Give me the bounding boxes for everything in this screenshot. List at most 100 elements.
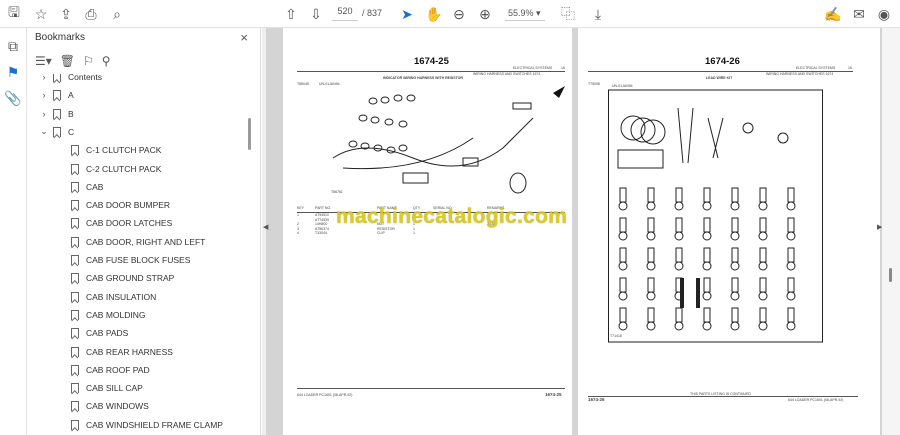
terminal-ring (674, 201, 684, 211)
bookmarks-icon[interactable]: ⚑ (3, 62, 23, 82)
upload-icon[interactable]: ⇪ (56, 4, 76, 24)
bookmarks-scrollbar[interactable] (246, 74, 254, 435)
prev-page-icon[interactable]: ⇧ (281, 4, 301, 24)
find-bookmark-icon[interactable]: ⚲ (102, 54, 111, 68)
bookmark-tools: ☰▾ 🗑 ⚐ ⚲ (35, 54, 111, 68)
terminal-mark (703, 277, 711, 293)
chevron-right-icon[interactable]: › (39, 109, 49, 119)
terminal-mark (647, 217, 655, 233)
harness-diagram (332, 86, 565, 194)
chevron-right-icon[interactable]: › (39, 74, 49, 82)
bookmark-item[interactable]: ⌄ C (39, 123, 74, 141)
print-icon[interactable]: ⎙ (81, 4, 101, 24)
terminal-mark (703, 187, 711, 203)
new-bookmark-icon[interactable]: ⚐ (83, 54, 94, 68)
bookmark-icon (71, 236, 79, 247)
bookmark-icon (71, 200, 79, 211)
zoom-out-icon[interactable]: ⊖ (449, 4, 469, 24)
bookmark-label: CAB (86, 181, 104, 192)
bookmark-icon (71, 383, 79, 394)
bookmark-item[interactable]: › Contents (39, 74, 102, 86)
watermark: machinecatalogic.com (336, 205, 568, 228)
scroll-mode-icon[interactable]: ⤓ (588, 4, 608, 24)
column-header: KEY (297, 206, 305, 210)
bookmark-star-icon[interactable]: ☆ (31, 4, 51, 24)
mail-icon[interactable]: ✉ (849, 4, 869, 24)
terminal-ring (702, 201, 712, 211)
bookmark-item[interactable]: › A (39, 86, 74, 104)
terminal-mark (647, 187, 655, 203)
bookmark-item[interactable]: CAB MOLDING (57, 306, 146, 324)
prev-arrow[interactable]: ◀ (263, 223, 268, 231)
bookmark-label: C-2 CLUTCH PACK (86, 163, 162, 174)
bookmark-item[interactable]: › B (39, 105, 74, 123)
bookmark-label: CAB WINDSHIELD FRAME CLAMP (86, 419, 223, 430)
bookmark-icon (71, 419, 79, 430)
footer-continued: THIS PARTS LISTING IS CONTINUED (688, 392, 753, 396)
document-scrollbar[interactable] (882, 28, 900, 435)
close-icon[interactable]: × (240, 30, 248, 45)
bookmark-item[interactable]: CAB INSULATION (57, 288, 156, 306)
zoom-in-icon[interactable]: ⊕ (475, 4, 495, 24)
bookmark-item[interactable]: CAB GROUND STRAP (57, 269, 174, 287)
table-cell: AT94510 (315, 213, 329, 217)
terminal-mark (647, 277, 655, 293)
page-right: 1674-26 ELECTRICAL SYSTEMS 16 WIRING HAR… (578, 28, 880, 435)
bookmark-icon (71, 309, 79, 320)
terminal-ring (618, 201, 628, 211)
bookmark-item[interactable]: CAB PADS (57, 324, 128, 342)
section-number: 16 (848, 66, 852, 70)
bookmark-item[interactable]: CAB SILL CAP (57, 379, 143, 397)
terminal-ring (758, 261, 768, 271)
select-cursor-icon[interactable]: ➤ (397, 4, 417, 24)
fit-page-icon[interactable]: ⿻ (558, 4, 578, 24)
bookmark-item[interactable]: CAB DOOR LATCHES (57, 214, 172, 232)
save-icon[interactable]: 🖫 (4, 4, 24, 24)
sign-icon[interactable]: ✍ (823, 4, 843, 24)
terminal-mark (759, 217, 767, 233)
table-cell: 3 (297, 226, 299, 231)
terminal-mark (675, 217, 683, 233)
terminal-mark (619, 247, 627, 263)
chevron-right-icon[interactable]: › (39, 90, 49, 100)
bookmark-item[interactable]: CAB REAR HARNESS (57, 343, 173, 361)
hand-icon[interactable]: ✋ (424, 4, 444, 24)
search-icon[interactable]: ⌕ (107, 4, 127, 24)
bookmark-item[interactable]: C-2 CLUTCH PACK (57, 160, 161, 178)
table-cell: 4 (297, 231, 299, 235)
terminal-mark (759, 307, 767, 323)
terminal-mark (759, 277, 767, 293)
ref: T75098 (588, 82, 600, 86)
bookmark-item[interactable]: CAB FUSE BLOCK FUSES (57, 251, 190, 269)
page-number-input[interactable]: 520 (332, 6, 358, 21)
scrollbar-thumb[interactable] (248, 118, 251, 150)
bookmark-label: CAB SILL CAP (86, 383, 143, 394)
figure-label: T86761 (331, 190, 343, 194)
options-menu-icon[interactable]: ☰▾ (35, 54, 52, 68)
terminal-mark (731, 307, 739, 323)
bookmark-item[interactable]: CAB WINDOWS (57, 397, 149, 415)
zoom-select[interactable]: 55.9% ▾ (505, 6, 545, 21)
bookmark-item[interactable]: CAB (57, 178, 103, 196)
bookmark-item[interactable]: CAB ROOF PAD (57, 361, 150, 379)
terminal-mark (787, 277, 795, 293)
bookmark-item[interactable]: C-1 CLUTCH PACK (57, 141, 161, 159)
chevron-down-icon[interactable]: ⌄ (39, 126, 49, 137)
bookmark-item[interactable]: CAB WINDSHIELD FRAME CLAMP (57, 416, 223, 434)
table-cell: AT74539 (315, 217, 329, 222)
terminal-ring (758, 231, 768, 241)
page-thumbnails-icon[interactable]: ⧉ (3, 36, 23, 56)
table-cell: 2 (297, 222, 299, 226)
terminal-ring (702, 231, 712, 241)
bookmark-item[interactable]: CAB DOOR BUMPER (57, 196, 170, 214)
terminal-ring (646, 201, 656, 211)
delete-icon[interactable]: 🗑 (60, 54, 75, 68)
attachments-icon[interactable]: 📎 (3, 88, 23, 108)
footer-right: 644 LOADER PC1601 (08-APR-92) (788, 398, 844, 402)
terminal-mark (675, 307, 683, 323)
account-icon[interactable]: ◉ (874, 4, 894, 24)
scrollbar-thumb[interactable] (889, 268, 892, 282)
navigation-pane-strip: ⧉ ⚑ 📎 (0, 28, 27, 435)
next-page-icon[interactable]: ⇩ (306, 4, 326, 24)
bookmark-item[interactable]: CAB DOOR, RIGHT AND LEFT (57, 233, 205, 251)
